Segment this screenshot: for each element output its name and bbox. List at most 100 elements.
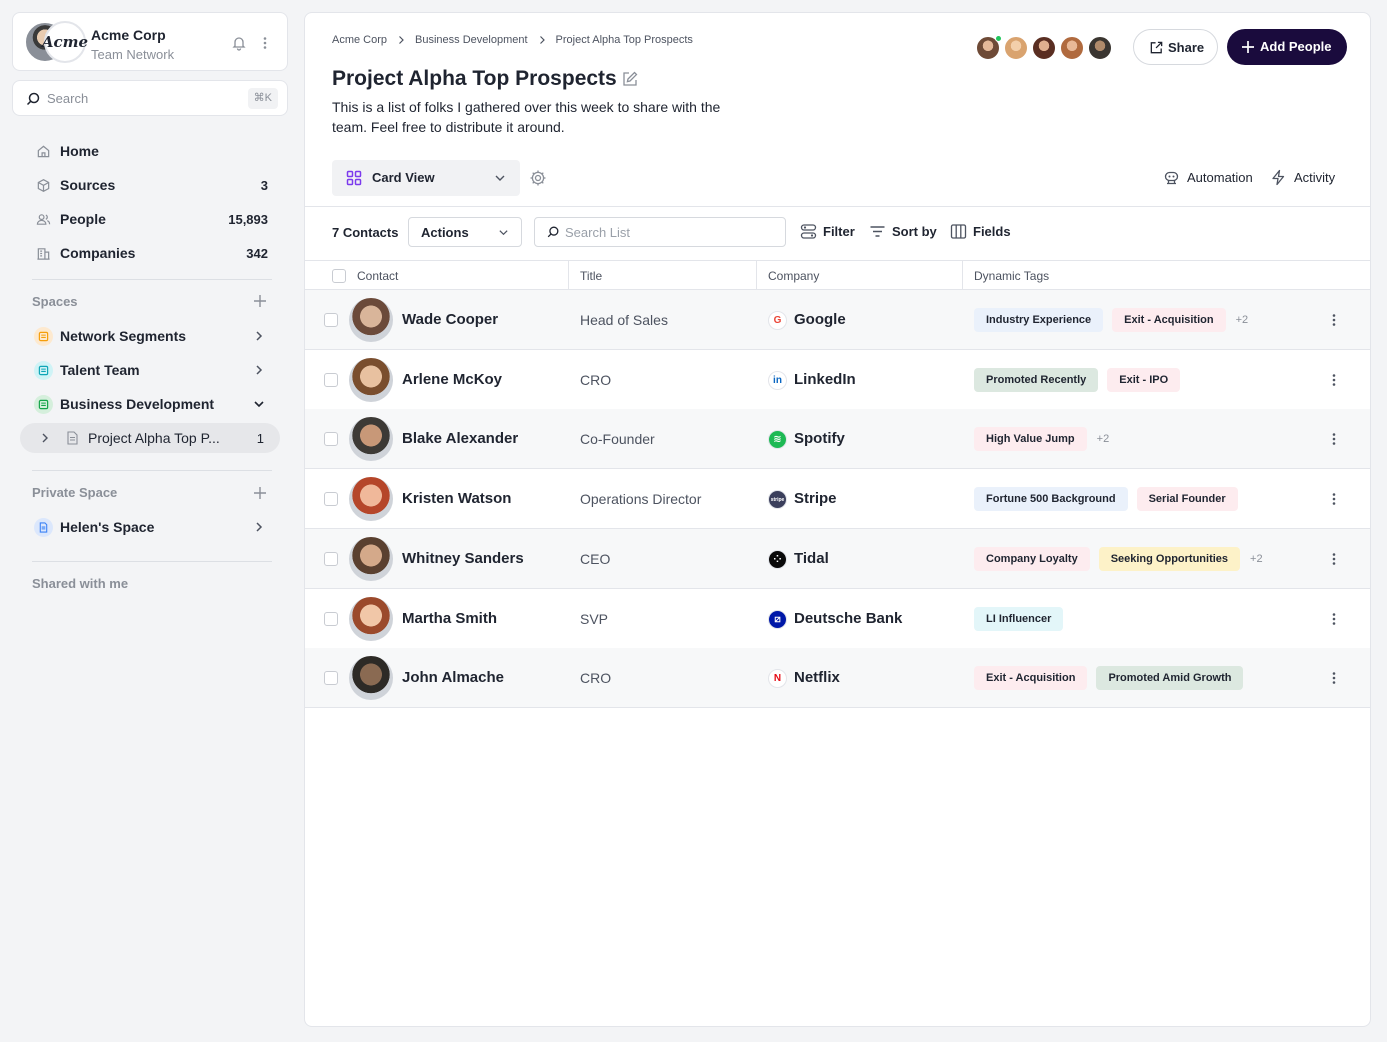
more-tags-count[interactable]: +2: [1236, 314, 1249, 326]
dynamic-tag[interactable]: LI Influencer: [974, 606, 1064, 631]
add-people-button[interactable]: Add People: [1227, 29, 1347, 65]
sidebar-item-network-segments[interactable]: Network Segments: [24, 321, 280, 351]
table-row[interactable]: John Almache CRO N Netflix Exit - Acquis…: [305, 648, 1370, 709]
contact-name[interactable]: Wade Cooper: [402, 311, 498, 328]
list-search-input[interactable]: Search List: [534, 217, 786, 247]
company-name[interactable]: Netflix: [794, 669, 840, 686]
actions-dropdown[interactable]: Actions: [408, 217, 522, 247]
sidebar-divider: [32, 470, 272, 471]
column-header-dynamic-tags[interactable]: Dynamic Tags: [974, 269, 1049, 283]
more-vertical-icon[interactable]: [1326, 372, 1342, 388]
chevron-right-icon[interactable]: [39, 432, 51, 444]
sidebar-item-home[interactable]: Home: [24, 136, 280, 166]
shared-with-me-link[interactable]: Shared with me: [32, 576, 128, 591]
company-name[interactable]: Spotify: [794, 430, 845, 447]
sidebar-item-business-development[interactable]: Business Development: [24, 389, 280, 419]
add-private-space-plus-icon[interactable]: [252, 485, 268, 501]
row-checkbox[interactable]: [324, 671, 338, 686]
table-row[interactable]: Kristen Watson Operations Director strip…: [305, 469, 1370, 530]
dynamic-tag[interactable]: Seeking Opportunities: [1098, 546, 1241, 571]
select-all-checkbox[interactable]: [332, 269, 346, 283]
dynamic-tag[interactable]: Promoted Amid Growth: [1096, 666, 1244, 691]
dynamic-tag[interactable]: Serial Founder: [1136, 487, 1238, 512]
avatar[interactable]: [349, 417, 393, 462]
more-vertical-icon[interactable]: [1326, 670, 1342, 686]
fields-label: Fields: [973, 224, 1011, 239]
more-vertical-icon[interactable]: [257, 35, 273, 51]
row-checkbox[interactable]: [324, 432, 338, 447]
contact-name[interactable]: John Almache: [402, 669, 504, 686]
company-name[interactable]: Stripe: [794, 490, 837, 507]
row-checkbox[interactable]: [324, 492, 338, 507]
contact-title: CRO: [580, 371, 612, 388]
table-row[interactable]: Whitney Sanders CEO ⁘ Tidal Company Loya…: [305, 528, 1370, 589]
dynamic-tag[interactable]: Company Loyalty: [974, 546, 1090, 571]
breadcrumb-item[interactable]: Acme Corp: [332, 34, 387, 46]
dynamic-tag[interactable]: Fortune 500 Background: [974, 487, 1128, 512]
more-tags-count[interactable]: +2: [1250, 553, 1263, 565]
row-checkbox[interactable]: [324, 372, 338, 387]
sidebar-item-sources[interactable]: Sources 3: [24, 170, 280, 200]
sidebar-item-talent-team[interactable]: Talent Team: [24, 355, 280, 385]
sidebar-item-people[interactable]: People 15,893: [24, 204, 280, 234]
row-checkbox[interactable]: [324, 313, 338, 327]
table-row[interactable]: Wade Cooper Head of Sales G Google Indus…: [305, 290, 1370, 350]
more-vertical-icon[interactable]: [1326, 312, 1342, 328]
contact-name[interactable]: Arlene McKoy: [402, 371, 502, 388]
avatar[interactable]: [349, 477, 393, 522]
avatar[interactable]: [349, 596, 393, 641]
sidebar-search[interactable]: Search ⌘K: [12, 80, 288, 116]
more-vertical-icon[interactable]: [1326, 551, 1342, 567]
sidebar-item-project-alpha[interactable]: Project Alpha Top P... 1: [20, 423, 280, 453]
dynamic-tag[interactable]: Industry Experience: [974, 308, 1104, 332]
table-row[interactable]: Martha Smith SVP ⧄ Deutsche Bank LI Infl…: [305, 589, 1370, 649]
more-vertical-icon[interactable]: [1326, 611, 1342, 627]
column-header-title[interactable]: Title: [580, 269, 602, 283]
row-checkbox[interactable]: [324, 551, 338, 566]
avatar[interactable]: [1059, 35, 1085, 61]
collaborator-avatars[interactable]: [975, 35, 1115, 61]
dynamic-tag[interactable]: Exit - IPO: [1107, 367, 1181, 392]
company-name[interactable]: Deutsche Bank: [794, 610, 902, 627]
company-name[interactable]: LinkedIn: [794, 371, 856, 388]
contact-name[interactable]: Blake Alexander: [402, 430, 518, 447]
more-vertical-icon[interactable]: [1326, 431, 1342, 447]
table-row[interactable]: Arlene McKoy CRO in LinkedIn Promoted Re…: [305, 350, 1370, 410]
contact-name[interactable]: Kristen Watson: [402, 490, 511, 507]
avatar[interactable]: [349, 298, 393, 342]
dynamic-tag[interactable]: Exit - Acquisition: [974, 666, 1088, 691]
chevron-right-icon[interactable]: [252, 520, 266, 534]
more-vertical-icon[interactable]: [1326, 491, 1342, 507]
avatar[interactable]: [349, 656, 393, 701]
chevron-right-icon[interactable]: [252, 363, 266, 377]
table-row[interactable]: Blake Alexander Co-Founder ≋ Spotify Hig…: [305, 409, 1370, 470]
gear-icon[interactable]: [529, 169, 547, 187]
avatar[interactable]: [1087, 35, 1113, 61]
company-name[interactable]: Tidal: [794, 550, 829, 567]
contact-name[interactable]: Whitney Sanders: [402, 550, 524, 567]
column-header-company[interactable]: Company: [768, 269, 819, 283]
company-name[interactable]: Google: [794, 311, 846, 328]
org-switcher[interactable]: Acme Acme Corp Team Network: [12, 12, 288, 71]
more-tags-count[interactable]: +2: [1097, 433, 1110, 445]
chevron-right-icon[interactable]: [252, 329, 266, 343]
edit-icon[interactable]: [621, 70, 639, 88]
bell-icon[interactable]: [231, 35, 247, 51]
breadcrumb-item[interactable]: Business Development: [415, 34, 528, 46]
sidebar-item-companies[interactable]: Companies 342: [24, 238, 280, 268]
dynamic-tag[interactable]: Promoted Recently: [974, 367, 1099, 392]
contact-name[interactable]: Martha Smith: [402, 610, 497, 627]
sidebar-item-helens-space[interactable]: Helen's Space: [24, 512, 280, 542]
avatar[interactable]: [349, 536, 393, 581]
add-space-plus-icon[interactable]: [252, 293, 268, 309]
view-selector[interactable]: Card View: [332, 160, 520, 196]
column-header-contact[interactable]: Contact: [357, 269, 398, 283]
avatar[interactable]: [1003, 35, 1029, 61]
row-checkbox[interactable]: [324, 611, 338, 626]
chevron-down-icon[interactable]: [252, 397, 266, 411]
avatar[interactable]: [1031, 35, 1057, 61]
dynamic-tag[interactable]: High Value Jump: [974, 427, 1087, 452]
dynamic-tag[interactable]: Exit - Acquisition: [1112, 308, 1226, 332]
share-button[interactable]: Share: [1133, 29, 1218, 65]
avatar[interactable]: [349, 357, 393, 402]
